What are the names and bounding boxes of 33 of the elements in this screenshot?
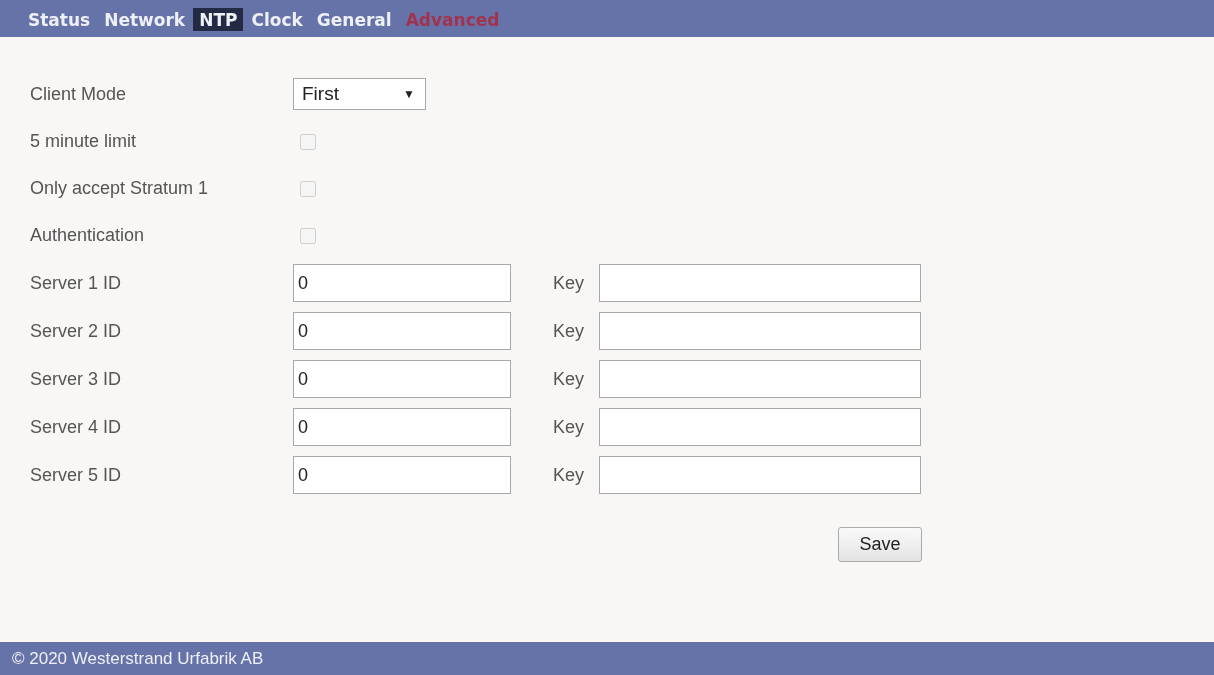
nav-tab[interactable]: NTP bbox=[193, 8, 244, 31]
server-label: Server 4 ID bbox=[30, 416, 123, 438]
server-label: Server 3 ID bbox=[30, 368, 123, 390]
key-label: Key bbox=[553, 368, 586, 390]
key-label: Key bbox=[553, 464, 586, 486]
server-id-field[interactable]: 0 bbox=[293, 264, 511, 302]
key-field[interactable] bbox=[599, 264, 921, 302]
nav-tab[interactable]: Status bbox=[22, 8, 97, 31]
server-id-field[interactable]: 0 bbox=[293, 408, 511, 446]
nav-tab[interactable]: Clock bbox=[245, 8, 309, 31]
option-label: 5 minute limit bbox=[30, 131, 138, 152]
key-label: Key bbox=[553, 272, 586, 294]
server-label: Server 5 ID bbox=[30, 464, 123, 486]
save-button[interactable]: Save bbox=[838, 527, 922, 562]
field-label: Client Mode bbox=[30, 83, 128, 105]
key-label: Key bbox=[553, 320, 586, 342]
key-label: Key bbox=[553, 416, 586, 438]
server-id-field[interactable]: 0 bbox=[293, 360, 511, 398]
server-label: Server 1 ID bbox=[30, 272, 123, 294]
caret-icon: ▼ bbox=[403, 87, 415, 101]
server-label: Server 2 ID bbox=[30, 320, 123, 342]
key-field[interactable] bbox=[599, 360, 921, 398]
option-label: Authentication bbox=[30, 225, 146, 246]
key-field[interactable] bbox=[599, 408, 921, 446]
copyright-text: © 2020 Westerstrand Urfabrik AB bbox=[12, 648, 264, 669]
nav-tab[interactable]: General bbox=[310, 8, 398, 31]
key-field[interactable] bbox=[599, 456, 921, 494]
nav-tab[interactable]: Network bbox=[98, 8, 192, 31]
server-id-field[interactable]: 0 bbox=[293, 312, 511, 350]
client-mode-select[interactable]: First ▼ bbox=[293, 78, 426, 110]
key-field[interactable] bbox=[599, 312, 921, 350]
option-label: Only accept Stratum 1 bbox=[30, 178, 210, 199]
server-id-field[interactable]: 0 bbox=[293, 456, 511, 494]
